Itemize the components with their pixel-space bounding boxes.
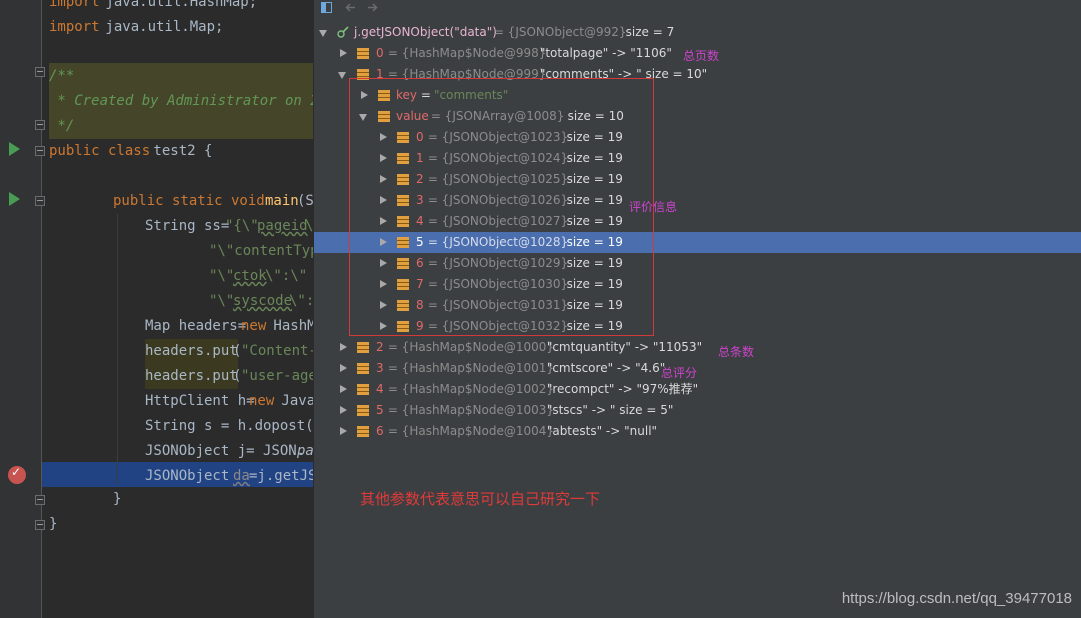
code-line: headers.put("Content- [0,339,313,364]
field-icon [378,90,390,101]
field-icon [357,342,369,353]
watermark: https://blog.csdn.net/qq_39477018 [841,590,1072,607]
tree-row-child[interactable]: 0 = {JSONObject@1023} size = 19 [314,127,1081,148]
field-icon [357,48,369,59]
expand-arrow-icon[interactable] [378,316,388,337]
annotation-total-score: 总评分 [661,366,698,380]
field-icon [397,258,409,269]
code-line: public static void main (S [113,193,313,209]
code-line: */ [49,118,75,134]
code-line: HttpClient h= new Java [145,393,313,409]
field-icon [357,384,369,395]
code-line-current: JSONObject da =j.getJS [145,468,313,484]
tree-row-child[interactable]: 6 = {JSONObject@1029} size = 19 [314,253,1081,274]
expand-arrow-icon[interactable] [338,421,348,442]
expand-arrow-icon[interactable] [338,400,348,421]
tree-row-item[interactable]: 6 = {HashMap$Node@1004} "abtests" -> "nu… [314,421,1081,442]
collapse-arrow-icon[interactable] [338,64,348,85]
collapse-arrow-icon[interactable] [359,106,369,127]
field-icon [397,132,409,143]
code-line: "\" syscode \": [209,293,313,309]
field-icon [357,69,369,80]
tree-row-value[interactable]: value = {JSONArray@1008} size = 10 [314,106,1081,127]
field-icon [378,111,390,122]
watch-expression-icon [337,26,349,38]
expand-arrow-icon[interactable] [378,253,388,274]
expand-arrow-icon[interactable] [378,127,388,148]
code-line: Map headers= new HashM [145,318,313,334]
debugger-toolbar [314,0,1081,16]
debugger-variables-panel[interactable]: j.getJSONObject("data") = {JSONObject@99… [313,0,1081,618]
layout-icon[interactable] [321,2,332,13]
code-line: import java.util.HashMap; [49,0,258,10]
code-line: "\" ctok \":\" [209,268,308,284]
field-icon [397,174,409,185]
tree-row-item[interactable]: 2 = {HashMap$Node@1000} "cmtquantity" ->… [314,337,1081,358]
expand-arrow-icon[interactable] [338,337,348,358]
code-line: import java.util.Map; [49,19,224,35]
expand-arrow-icon[interactable] [378,190,388,211]
expand-arrow-icon[interactable] [319,22,329,43]
code-line: headers.put("user-age [0,364,313,389]
field-icon [357,363,369,374]
field-icon [357,405,369,416]
tree-row-item[interactable]: 4 = {HashMap$Node@1002} "recompct" -> "9… [314,379,1081,400]
expand-arrow-icon[interactable] [338,358,348,379]
field-icon [397,279,409,290]
code-line: /** [49,68,75,84]
tree-row-child[interactable]: 3 = {JSONObject@1026} size = 19 [314,190,1081,211]
code-line: String ss= "{\" pageid \ [145,218,313,234]
annotation-comment-info: 评价信息 [629,200,678,214]
tree-row-item[interactable]: 5 = {HashMap$Node@1003} "stscs" -> " siz… [314,400,1081,421]
tree-row-child[interactable]: 7 = {JSONObject@1030} size = 19 [314,274,1081,295]
tree-row-root[interactable]: j.getJSONObject("data") = {JSONObject@99… [314,22,1081,43]
annotation-total-pages: 总页数 [683,49,720,63]
code-editor[interactable]: import java.util.HashMap; import java.ut… [0,0,313,618]
tree-row-child[interactable]: 2 = {JSONObject@1025} size = 19 [314,169,1081,190]
tree-row-item[interactable]: 3 = {HashMap$Node@1001} "cmtscore" -> "4… [314,358,1081,379]
code-line: public class test2 { [49,143,213,159]
tree-row-item[interactable]: 1 = {HashMap$Node@999} "comments" -> " s… [314,64,1081,85]
code-line: } [113,491,122,507]
expand-arrow-icon[interactable] [378,232,388,253]
field-icon [397,300,409,311]
tree-row-key[interactable]: key = "comments" [314,85,1081,106]
field-icon [397,153,409,164]
expand-arrow-icon[interactable] [359,85,369,106]
forward-arrow-icon[interactable] [367,2,378,13]
field-icon [357,426,369,437]
expand-arrow-icon[interactable] [378,148,388,169]
annotation-other-params: 其他参数代表意思可以自己研究一下 [360,490,601,508]
expand-arrow-icon[interactable] [378,274,388,295]
field-icon [397,321,409,332]
code-line: } [49,516,58,532]
expand-arrow-icon[interactable] [338,379,348,400]
tree-row-child[interactable]: 4 = {JSONObject@1027} size = 19 [314,211,1081,232]
tree-row-child[interactable]: 9 = {JSONObject@1032} size = 19 [314,316,1081,337]
code-line: String s = h.dopost( [145,418,313,434]
expand-arrow-icon[interactable] [338,43,348,64]
tree-row-child-selected[interactable]: 5 = {JSONObject@1028} size = 19 [314,232,1081,253]
tree-row-child[interactable]: 8 = {JSONObject@1031} size = 19 [314,295,1081,316]
annotation-total-count: 总条数 [718,345,755,359]
field-icon [397,195,409,206]
code-line: * Created by Administrator on 20 [49,93,313,109]
expand-arrow-icon[interactable] [378,211,388,232]
field-icon [397,237,409,248]
code-line: JSONObject j= JSON. pa [145,443,313,459]
back-arrow-icon[interactable] [345,2,356,13]
tree-row-child[interactable]: 1 = {JSONObject@1024} size = 19 [314,148,1081,169]
expand-arrow-icon[interactable] [378,169,388,190]
field-icon [397,216,409,227]
expand-arrow-icon[interactable] [378,295,388,316]
code-line: "\"contentTyp [209,243,313,259]
